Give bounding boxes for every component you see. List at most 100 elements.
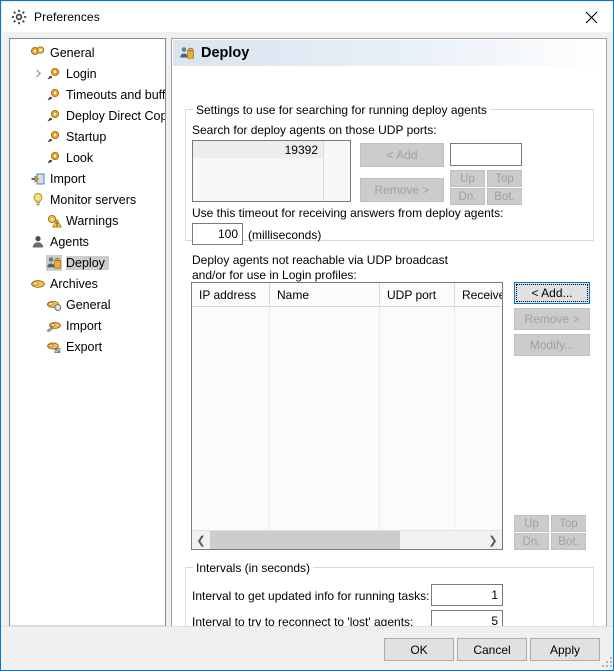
page-title: Deploy — [201, 45, 250, 61]
sidebar-item-import[interactable]: Import — [10, 315, 165, 336]
sidebar-item-label: Look — [66, 150, 94, 165]
deploy-icon — [46, 254, 62, 271]
new-port-input[interactable] — [450, 143, 522, 166]
sidebar-item-warnings[interactable]: Warnings — [10, 210, 165, 231]
port-move-down-button[interactable]: Dn. — [450, 188, 485, 205]
table-body[interactable] — [192, 307, 502, 530]
table-horizontal-scrollbar[interactable]: ❮ ❯ — [192, 530, 502, 549]
close-icon[interactable] — [568, 2, 613, 32]
import-icon — [30, 171, 46, 187]
gear-small-icon — [46, 108, 62, 124]
agent-move-bottom-label: Bot. — [558, 535, 579, 548]
remove-agent-button[interactable]: Remove > — [514, 308, 590, 330]
remove-port-button[interactable]: Remove > — [360, 178, 444, 202]
sidebar-item-label: Export — [66, 339, 103, 354]
chevron-right-icon[interactable] — [30, 66, 46, 82]
column-header[interactable]: Receive timeout (in — [455, 283, 502, 307]
resize-grip-icon[interactable] — [600, 655, 612, 667]
interval-running-tasks-label: Interval to get updated info for running… — [192, 589, 430, 603]
interval-running-tasks-input[interactable]: 1 — [431, 584, 503, 606]
add-agent-label: < Add... — [516, 284, 588, 302]
preferences-window: Preferences General Login Timeouts and buf… — [0, 0, 614, 671]
port-move-up-button[interactable]: Up — [450, 170, 485, 187]
deploy-agents-table[interactable]: IP addressNameUDP portReceive timeout (i… — [191, 282, 503, 550]
modify-agent-button[interactable]: Modify... — [514, 334, 590, 356]
settings-tree[interactable]: General Login Timeouts and buffer Deploy Di… — [9, 38, 166, 647]
agents-label-line2: and/or for use in Login profiles: — [192, 268, 357, 282]
search-settings-legend: Settings to use for searching for runnin… — [193, 103, 490, 117]
table-column — [192, 307, 270, 530]
page-header: Deploy — [173, 40, 606, 66]
scroll-left-icon[interactable]: ❮ — [192, 531, 210, 550]
sidebar-item-general[interactable]: General — [10, 294, 165, 315]
timeout-value: 100 — [217, 227, 238, 241]
gear-small-icon — [46, 129, 62, 145]
udp-ports-label: Search for deploy agents on those UDP po… — [192, 123, 437, 137]
column-header[interactable]: IP address — [192, 283, 270, 307]
sidebar-item-label: General — [50, 45, 95, 60]
agent-move-down-button[interactable]: Dn. — [514, 533, 549, 550]
scroll-track[interactable] — [210, 530, 484, 549]
cancel-button[interactable]: Cancel — [457, 638, 527, 661]
column-header[interactable]: UDP port — [380, 283, 455, 307]
archive-import-icon — [46, 318, 62, 334]
list-item[interactable]: 19392 — [193, 141, 350, 158]
udp-ports-list[interactable]: 19392 — [192, 140, 351, 202]
sidebar-item-startup[interactable]: Startup — [10, 126, 165, 147]
table-column — [380, 307, 455, 530]
window-title: Preferences — [34, 10, 100, 24]
agent-move-top-button[interactable]: Top — [551, 515, 586, 532]
apply-button[interactable]: Apply — [530, 638, 600, 661]
sidebar-item-label: Deploy — [66, 255, 109, 270]
port-move-bottom-button[interactable]: Bot. — [487, 188, 522, 205]
sidebar-item-look[interactable]: Look — [10, 147, 165, 168]
agent-move-bottom-button[interactable]: Bot. — [551, 533, 586, 550]
column-header[interactable]: Name — [270, 283, 380, 307]
gear-icon — [11, 9, 27, 25]
client-area: General Login Timeouts and buffer Deploy Di… — [2, 32, 613, 670]
remove-agent-label: Remove > — [524, 312, 580, 326]
table-header-row: IP addressNameUDP portReceive timeout (i… — [192, 283, 502, 307]
sidebar-item-agents[interactable]: Agents — [10, 231, 165, 252]
sidebar-item-label: Monitor servers — [50, 192, 137, 207]
add-port-button[interactable]: < Add — [360, 143, 444, 167]
timeout-input[interactable]: 100 — [192, 223, 243, 245]
ok-button[interactable]: OK — [384, 638, 454, 661]
sidebar-item-label: Import — [50, 171, 86, 186]
dialog-button-bar: OK Cancel Apply — [1, 627, 613, 670]
deploy-icon — [179, 45, 195, 61]
sidebar-item-label: Login — [66, 66, 97, 81]
timeout-label: Use this timeout for receiving answers f… — [192, 206, 504, 220]
scroll-right-icon[interactable]: ❯ — [484, 531, 502, 550]
gear-small-icon — [46, 87, 62, 103]
sidebar-item-monitor-servers[interactable]: Monitor servers — [10, 189, 165, 210]
cancel-label: Cancel — [473, 642, 511, 657]
sidebar-item-timeouts-and-buffer[interactable]: Timeouts and buffer — [10, 84, 165, 105]
modify-agent-label: Modify... — [529, 338, 575, 352]
sidebar-item-archives[interactable]: Archives — [10, 273, 165, 294]
person-icon — [30, 234, 46, 250]
warning-icon — [46, 213, 62, 229]
sidebar-item-login[interactable]: Login — [10, 63, 165, 84]
scroll-thumb[interactable] — [210, 530, 400, 549]
agent-move-up-button[interactable]: Up — [514, 515, 549, 532]
port-move-up-label: Up — [460, 172, 475, 185]
settings-tree-items: General Login Timeouts and buffer Deploy Di… — [10, 39, 165, 624]
port-move-down-label: Dn. — [458, 190, 477, 203]
port-move-top-button[interactable]: Top — [487, 170, 522, 187]
sidebar-item-deploy-direct-copy[interactable]: Deploy Direct Copy — [10, 105, 165, 126]
sidebar-item-export[interactable]: Export — [10, 336, 165, 357]
agent-move-up-label: Up — [524, 517, 539, 530]
sidebar-item-deploy[interactable]: Deploy — [10, 252, 165, 273]
sidebar-item-label: General — [66, 297, 111, 312]
add-agent-button[interactable]: < Add... — [514, 282, 590, 304]
sidebar-item-general[interactable]: General — [10, 42, 165, 63]
sidebar-item-import[interactable]: Import — [10, 168, 165, 189]
